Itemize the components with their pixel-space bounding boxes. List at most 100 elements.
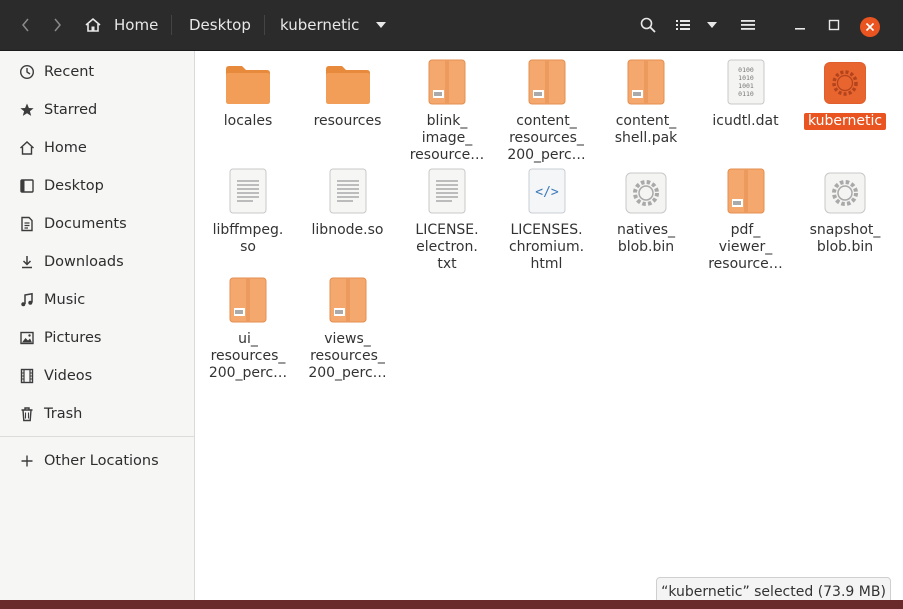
sidebar-item-downloads[interactable]: Downloads <box>0 243 194 281</box>
file-name: LICENSE. electron. txt <box>415 222 479 272</box>
file-name: kubernetic <box>803 113 887 130</box>
clock-icon <box>18 64 36 80</box>
text-file-icon <box>300 168 396 214</box>
sidebar-item-trash[interactable]: Trash <box>0 395 194 433</box>
file-item[interactable]: LICENSE. electron. txt <box>399 168 495 273</box>
file-name: pdf_ viewer_ resource… <box>708 222 783 272</box>
sidebar-item-label: Other Locations <box>44 453 159 469</box>
file-name: blink_ image_ resource… <box>409 113 485 163</box>
file-item[interactable]: pdf_ viewer_ resource… <box>698 168 794 273</box>
file-item[interactable]: snapshot_ blob.bin <box>797 168 893 256</box>
chevron-left-icon <box>22 18 29 32</box>
sidebar-item-pictures[interactable]: Pictures <box>0 319 194 357</box>
file-item[interactable]: content_ resources_ 200_perc… <box>499 59 595 164</box>
file-item[interactable]: ui_ resources_ 200_perc… <box>200 277 296 382</box>
file-item[interactable]: libnode.so <box>300 168 396 239</box>
menu-button[interactable] <box>734 0 762 50</box>
file-name: resources <box>313 113 382 129</box>
sidebar-item-label: Trash <box>44 406 83 422</box>
file-item[interactable]: </> LICENSES. chromium. html <box>499 168 595 273</box>
breadcrumb-desktop[interactable]: Desktop <box>189 0 251 50</box>
film-icon <box>18 368 36 384</box>
sidebar-item-other-locations[interactable]: Other Locations <box>0 442 194 480</box>
html-file-icon: </> <box>499 168 595 214</box>
breadcrumb-label: kubernetic <box>280 16 360 34</box>
sidebar-item-label: Home <box>44 140 87 156</box>
search-icon <box>640 17 656 33</box>
file-name: libnode.so <box>311 222 384 238</box>
file-item[interactable]: kubernetic <box>797 59 893 130</box>
search-button[interactable] <box>634 0 662 50</box>
sidebar-item-starred[interactable]: Starred <box>0 91 194 129</box>
caret-down-icon <box>376 22 387 28</box>
chevron-right-icon <box>54 18 61 32</box>
download-icon <box>18 254 36 270</box>
svg-text:1001: 1001 <box>738 82 754 90</box>
sidebar-item-label: Videos <box>44 368 93 384</box>
file-item[interactable]: blink_ image_ resource… <box>399 59 495 164</box>
view-list-button[interactable] <box>670 0 696 50</box>
back-button[interactable] <box>10 0 42 50</box>
sidebar-item-desktop[interactable]: Desktop <box>0 167 194 205</box>
list-view-icon <box>676 20 690 30</box>
file-item[interactable]: 0100 1010 1001 0110 icudtl.dat <box>698 59 794 130</box>
header-bar: Home Desktop kubernetic <box>0 0 903 51</box>
file-name: snapshot_ blob.bin <box>809 222 881 255</box>
breadcrumb-home[interactable]: Home <box>84 0 158 50</box>
gear-icon <box>598 168 694 214</box>
archive-icon <box>598 59 694 105</box>
picture-icon <box>18 330 36 346</box>
sidebar-item-videos[interactable]: Videos <box>0 357 194 395</box>
breadcrumb-separator <box>264 15 265 35</box>
file-name: libffmpeg. so <box>212 222 284 255</box>
text-file-icon <box>200 168 296 214</box>
file-item[interactable]: resources <box>300 59 396 130</box>
file-item[interactable]: libffmpeg. so <box>200 168 296 256</box>
minimize-button[interactable] <box>786 0 814 50</box>
file-item[interactable]: natives_ blob.bin <box>598 168 694 256</box>
sidebar-item-label: Recent <box>44 64 95 80</box>
archive-icon <box>399 59 495 105</box>
file-name: icudtl.dat <box>712 113 779 129</box>
caret-down-icon <box>707 22 717 28</box>
sidebar-item-label: Documents <box>44 216 127 232</box>
home-icon <box>85 17 101 32</box>
breadcrumb-label: Desktop <box>189 16 251 34</box>
gear-icon <box>797 168 893 214</box>
file-item[interactable]: content_ shell.pak <box>598 59 694 147</box>
file-name: views_ resources_ 200_perc… <box>308 331 387 381</box>
file-name: locales <box>223 113 273 129</box>
binary-file-icon: 0100 1010 1001 0110 <box>698 59 794 105</box>
svg-text:</>: </> <box>535 185 559 200</box>
close-button[interactable] <box>860 17 880 37</box>
breadcrumb-separator <box>171 15 172 35</box>
trash-icon <box>18 406 36 422</box>
sidebar-item-music[interactable]: Music <box>0 281 194 319</box>
breadcrumb-current[interactable]: kubernetic <box>280 0 387 50</box>
folder-icon <box>300 59 396 105</box>
maximize-icon <box>828 19 840 31</box>
sidebar-item-documents[interactable]: Documents <box>0 205 194 243</box>
archive-icon <box>200 277 296 323</box>
forward-button[interactable] <box>42 0 72 50</box>
archive-icon <box>499 59 595 105</box>
sidebar-divider <box>0 436 194 437</box>
view-options-button[interactable] <box>700 0 724 50</box>
archive-icon <box>698 168 794 214</box>
file-item[interactable]: locales <box>200 59 296 130</box>
file-manager-window: Home Desktop kubernetic Recent Starred H… <box>0 0 903 609</box>
sidebar-item-label: Downloads <box>44 254 124 270</box>
svg-text:0110: 0110 <box>738 90 754 98</box>
plus-icon <box>18 454 36 468</box>
file-name: natives_ blob.bin <box>616 222 676 255</box>
breadcrumb-label: Home <box>114 16 159 34</box>
file-name: LICENSES. chromium. html <box>508 222 585 272</box>
music-icon <box>18 292 36 308</box>
sidebar: Recent Starred Home Desktop Documents Do… <box>0 51 195 609</box>
maximize-button[interactable] <box>820 0 848 50</box>
sidebar-item-home[interactable]: Home <box>0 129 194 167</box>
archive-icon <box>300 277 396 323</box>
file-grid: locales resources blink_ image_ resource… c… <box>195 51 903 609</box>
sidebar-item-recent[interactable]: Recent <box>0 53 194 91</box>
file-item[interactable]: views_ resources_ 200_perc… <box>300 277 396 382</box>
